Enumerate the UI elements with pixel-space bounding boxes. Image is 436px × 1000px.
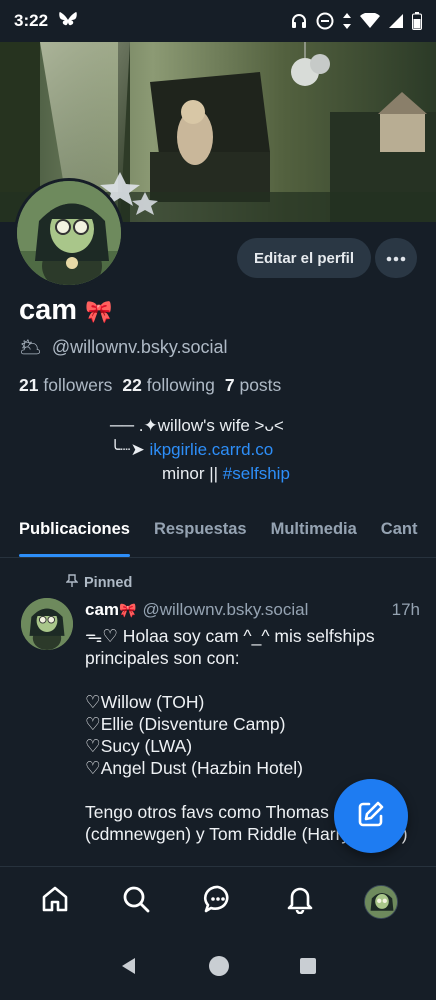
more-horizontal-icon — [386, 249, 406, 267]
back-icon[interactable] — [119, 956, 139, 981]
nav-home[interactable] — [30, 877, 80, 927]
following-link[interactable]: 22 following — [122, 375, 214, 396]
bio-carrd-link[interactable]: ikpgirlie.carrd.co — [149, 440, 273, 459]
home-circle-icon[interactable] — [208, 955, 230, 982]
post-author-name[interactable]: cam🎀 — [85, 600, 136, 620]
tab-cant[interactable]: Cant — [381, 508, 418, 557]
status-emoji: 🌥 — [19, 337, 42, 357]
bio-line-2: ╰┈➤ ikpgirlie.carrd.co — [110, 440, 274, 459]
tab-multimedia[interactable]: Multimedia — [271, 508, 357, 557]
chat-icon — [203, 884, 233, 919]
profile-handle: @willownv.bsky.social — [51, 337, 228, 357]
status-time: 3:22 — [14, 11, 49, 30]
cell-signal-icon — [388, 13, 404, 29]
headphones-icon — [290, 12, 308, 30]
tab-respuestas[interactable]: Respuestas — [154, 508, 247, 557]
home-icon — [40, 884, 70, 919]
profile-tabs: Publicaciones Respuestas Multimedia Cant — [0, 508, 436, 558]
wifi-icon — [360, 13, 380, 29]
more-options-button[interactable] — [375, 238, 417, 278]
nav-chat[interactable] — [193, 877, 243, 927]
display-name: cam 🎀 — [19, 294, 113, 326]
bottom-navigation — [0, 866, 436, 936]
bell-icon — [285, 884, 315, 919]
post-timestamp[interactable]: 17h — [392, 600, 420, 620]
nav-notifications[interactable] — [275, 877, 325, 927]
edit-profile-button[interactable]: Editar el perfil — [237, 238, 371, 278]
bio-hashtag-link[interactable]: #selfship — [223, 464, 290, 483]
compose-icon — [356, 799, 386, 834]
post-header: cam🎀 @willownv.bsky.social 17h — [85, 600, 420, 620]
bio-line-1: ── .✦willow's wife >ᴗ< — [110, 416, 284, 435]
post-author-handle[interactable]: @willownv.bsky.social — [142, 600, 308, 620]
recents-icon[interactable] — [299, 957, 317, 980]
pinned-indicator: Pinned — [65, 574, 132, 592]
bio-line-3: minor || #selfship — [162, 464, 290, 483]
data-arrows-icon — [342, 12, 352, 30]
handle-row: 🌥 @willownv.bsky.social — [19, 337, 228, 358]
bluesky-notification-icon — [58, 11, 78, 32]
followers-link[interactable]: 21 followers — [19, 375, 112, 396]
post-author-avatar[interactable] — [21, 598, 73, 650]
system-navigation-bar — [0, 936, 436, 1000]
battery-icon — [412, 12, 422, 30]
pin-icon — [65, 574, 79, 592]
do-not-disturb-icon — [316, 12, 334, 30]
profile-stats: 21 followers 22 following 7 posts — [19, 375, 281, 396]
nav-search[interactable] — [111, 877, 161, 927]
status-bar: 3:22 — [0, 0, 436, 42]
tab-publicaciones[interactable]: Publicaciones — [19, 508, 130, 557]
compose-post-button[interactable] — [334, 779, 408, 853]
search-icon — [121, 884, 151, 919]
name-emoji: 🎀 — [85, 299, 113, 324]
nav-profile[interactable] — [356, 877, 406, 927]
nav-profile-avatar — [364, 884, 399, 919]
posts-count: 7 posts — [224, 375, 282, 395]
profile-avatar[interactable] — [14, 178, 124, 288]
